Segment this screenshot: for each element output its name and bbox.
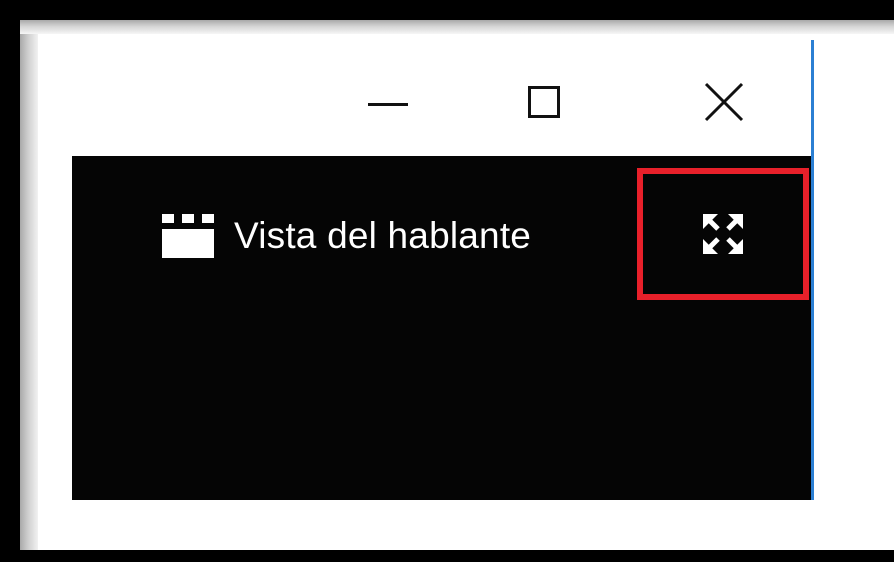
maximize-button[interactable] — [504, 72, 584, 132]
maximize-icon — [528, 86, 560, 118]
meeting-panel: Vista del hablante — [72, 156, 811, 500]
speaker-view-label: Vista del hablante — [234, 215, 532, 256]
minimize-icon — [368, 102, 408, 106]
title-bar — [72, 40, 810, 156]
fullscreen-icon — [703, 214, 743, 254]
close-icon — [704, 82, 744, 122]
minimize-button[interactable] — [348, 72, 428, 132]
speaker-view-button[interactable]: Vista del hablante — [162, 208, 531, 264]
close-button[interactable] — [684, 72, 764, 132]
window-shadow-left — [20, 20, 38, 550]
speaker-view-icon — [162, 214, 214, 258]
meeting-window: Vista del hablante — [20, 20, 894, 550]
window-edge-accent — [811, 40, 814, 500]
fullscreen-button[interactable] — [684, 202, 762, 266]
window-shadow-top — [20, 20, 894, 34]
